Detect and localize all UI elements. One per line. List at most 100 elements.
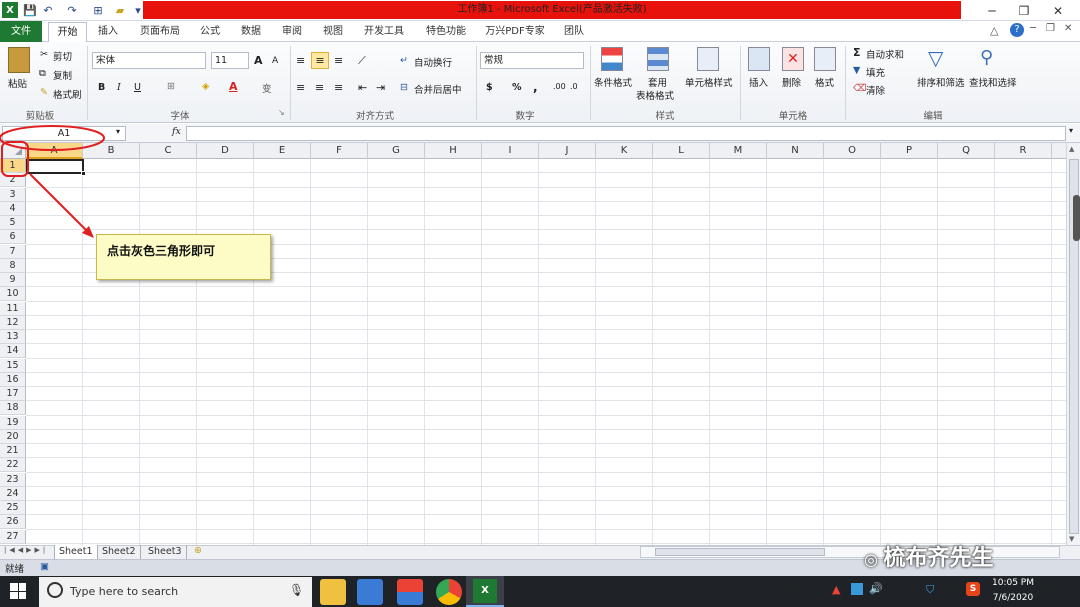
column-header-K[interactable]: K [596,143,653,159]
column-header-O[interactable]: O [824,143,881,159]
align-top-icon[interactable]: ≡ [296,54,305,67]
tab-insert[interactable]: 插入 [92,21,124,42]
ribbon-collapse-icon[interactable]: △ [990,24,998,37]
tab-review[interactable]: 审阅 [276,21,308,42]
currency-button[interactable]: $ [486,82,493,93]
tab-formulas[interactable]: 公式 [194,21,226,42]
row-header-11[interactable]: 11 [0,301,26,316]
column-header-N[interactable]: N [767,143,824,159]
tray-overflow-icon[interactable]: ∧ [813,584,820,595]
merge-center-button[interactable]: 合并后居中 [414,82,462,96]
sheet-tab-3[interactable]: Sheet3 [144,545,187,559]
clock-time[interactable]: 10:05 PM [992,578,1034,588]
align-middle-icon[interactable]: ≡ [311,52,329,69]
column-header-M[interactable]: M [710,143,767,159]
increase-decimal-icon[interactable]: .00 [553,82,566,91]
row-header-8[interactable]: 8 [0,258,26,273]
spreadsheet-grid[interactable]: ABCDEFGHIJKLMNOPQR 1 2 3 4 5 6 7 8 9 10 11 12 13 14 15… [0,143,1066,545]
side-handle[interactable] [1073,195,1080,241]
column-header-L[interactable]: L [653,143,710,159]
column-header-D[interactable]: D [197,143,254,159]
cut-icon[interactable]: ✂ [40,49,48,60]
chrome-icon[interactable] [436,579,462,605]
wrap-text-button[interactable]: 自动换行 [414,55,452,69]
insert-cells-icon[interactable] [748,47,770,71]
column-header-I[interactable]: I [482,143,539,159]
app-icon-1[interactable] [357,579,383,605]
column-header-H[interactable]: H [425,143,482,159]
insert-cells-button[interactable]: 插入 [749,75,768,89]
row-header-20[interactable]: 20 [0,429,26,444]
help-icon[interactable]: ? [1010,23,1024,37]
grow-font-button[interactable]: A [254,54,263,67]
row-header-26[interactable]: 26 [0,515,26,530]
row-header-17[interactable]: 17 [0,387,26,402]
row-header-19[interactable]: 19 [0,415,26,430]
file-explorer-icon[interactable] [320,579,346,605]
scroll-down-icon[interactable]: ▼ [1069,535,1074,543]
row-header-14[interactable]: 14 [0,344,26,359]
horizontal-scrollbar[interactable] [640,546,1060,558]
fill-icon[interactable]: ▼ [853,65,860,76]
cell-styles-button[interactable]: 单元格样式 [685,75,733,89]
clear-icon[interactable]: ⌫ [853,83,866,94]
borders-icon[interactable]: ⊞ [167,81,175,92]
minimize-icon[interactable]: ─ [976,0,1008,21]
row-header-25[interactable]: 25 [0,501,26,516]
decrease-indent-icon[interactable]: ⇤ [358,81,367,94]
notification-icon[interactable]: ▭ [1047,582,1058,596]
formula-input[interactable] [186,126,1066,141]
column-header-J[interactable]: J [539,143,596,159]
font-size-select[interactable]: 11 [211,52,249,69]
phonetic-button[interactable]: 变 [262,81,272,95]
underline-button[interactable]: U [134,82,141,93]
new-sheet-icon[interactable]: ⊕ [194,545,202,556]
row-header-23[interactable]: 23 [0,472,26,487]
expand-formula-bar-icon[interactable]: ▾ [1069,126,1073,135]
row-header-15[interactable]: 15 [0,358,26,373]
quick-access-icon[interactable]: ⊞ [90,2,106,18]
column-header-G[interactable]: G [368,143,425,159]
workbook-restore-icon[interactable]: ❐ [1046,23,1055,34]
tab-home[interactable]: 开始 [48,22,87,43]
number-format-select[interactable]: 常规 [480,52,584,69]
column-header-P[interactable]: P [881,143,938,159]
delete-cells-button[interactable]: 删除 [782,75,801,89]
font-name-select[interactable]: 宋体 [92,52,206,69]
comma-button[interactable]: , [533,80,538,94]
format-painter-icon[interactable]: ✎ [40,87,48,98]
row-header-21[interactable]: 21 [0,444,26,459]
cell-styles-icon[interactable] [697,47,719,71]
row-header-10[interactable]: 10 [0,287,26,302]
sheet-tab-2[interactable]: Sheet2 [98,545,141,559]
workbook-minimize-icon[interactable]: ─ [1030,23,1036,34]
row-header-18[interactable]: 18 [0,401,26,416]
clock-date[interactable]: 7/6/2020 [992,593,1034,603]
row-header-22[interactable]: 22 [0,458,26,473]
volume-icon[interactable]: 🔊 [869,582,883,595]
column-header-F[interactable]: F [311,143,368,159]
excel-taskbar-button[interactable]: X [466,576,504,607]
microphone-icon[interactable]: 🎙 [289,583,304,597]
tray-app-icon[interactable]: ▲ [832,583,840,596]
format-cells-icon[interactable] [814,47,836,71]
open-folder-icon[interactable]: ▰ [112,2,128,18]
column-header-Q[interactable]: Q [938,143,995,159]
ime-indicator[interactable]: 中 [946,584,956,599]
tab-pdf-expert[interactable]: 万兴PDF专家 [482,21,548,42]
scroll-up-icon[interactable]: ▲ [1069,145,1074,153]
tab-page-layout[interactable]: 页面布局 [134,21,186,42]
row-header-13[interactable]: 13 [0,330,26,345]
font-color-button[interactable]: A [229,80,238,93]
save-icon[interactable]: 💾 [22,2,38,18]
undo-icon[interactable]: ↶ [40,2,56,18]
format-cells-button[interactable]: 格式 [815,75,834,89]
sogou-icon[interactable]: S [966,582,980,596]
copy-icon[interactable]: ⧉ [39,68,46,79]
autosum-button[interactable]: 自动求和 [866,47,904,61]
tray-app-icon-2[interactable] [851,583,863,595]
wifi-icon[interactable]: ⌇ [890,583,895,596]
wrap-text-icon[interactable]: ↵ [400,55,408,66]
row-header-12[interactable]: 12 [0,315,26,330]
paste-button[interactable]: 粘贴 [8,76,27,90]
